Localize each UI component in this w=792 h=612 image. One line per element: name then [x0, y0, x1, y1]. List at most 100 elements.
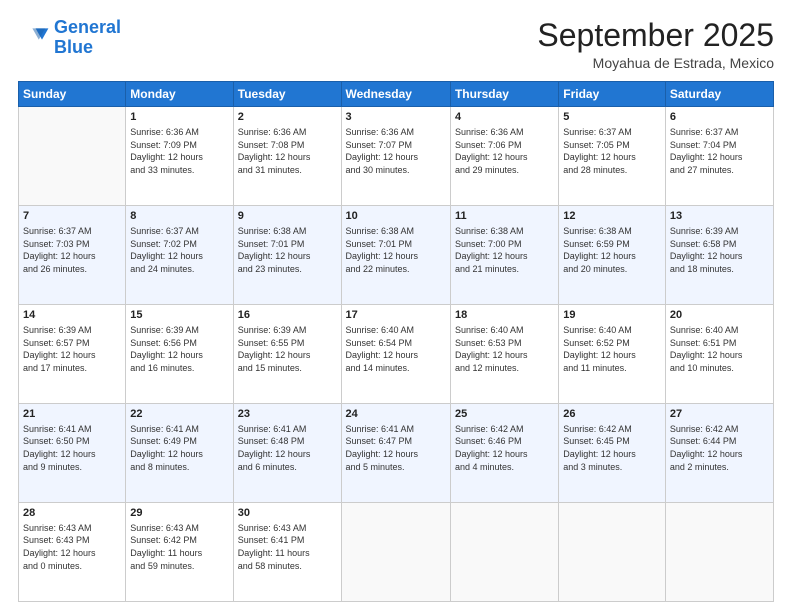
month-title: September 2025	[537, 18, 774, 53]
calendar-cell: 15Sunrise: 6:39 AM Sunset: 6:56 PM Dayli…	[126, 305, 233, 404]
calendar-cell: 6Sunrise: 6:37 AM Sunset: 7:04 PM Daylig…	[665, 107, 773, 206]
day-header-tuesday: Tuesday	[233, 82, 341, 107]
cell-info: Sunrise: 6:40 AM Sunset: 6:53 PM Dayligh…	[455, 324, 554, 374]
day-number: 12	[563, 209, 661, 224]
cell-info: Sunrise: 6:37 AM Sunset: 7:05 PM Dayligh…	[563, 126, 661, 176]
calendar-cell: 20Sunrise: 6:40 AM Sunset: 6:51 PM Dayli…	[665, 305, 773, 404]
day-number: 27	[670, 407, 769, 422]
calendar-cell: 14Sunrise: 6:39 AM Sunset: 6:57 PM Dayli…	[19, 305, 126, 404]
calendar-cell: 27Sunrise: 6:42 AM Sunset: 6:44 PM Dayli…	[665, 404, 773, 503]
day-number: 21	[23, 407, 121, 422]
calendar-cell: 2Sunrise: 6:36 AM Sunset: 7:08 PM Daylig…	[233, 107, 341, 206]
day-number: 16	[238, 308, 337, 323]
calendar-cell: 26Sunrise: 6:42 AM Sunset: 6:45 PM Dayli…	[559, 404, 666, 503]
day-number: 5	[563, 110, 661, 125]
calendar-cell	[450, 503, 558, 602]
day-number: 11	[455, 209, 554, 224]
calendar-cell	[19, 107, 126, 206]
logo-icon	[18, 22, 50, 54]
day-number: 1	[130, 110, 228, 125]
calendar-cell: 7Sunrise: 6:37 AM Sunset: 7:03 PM Daylig…	[19, 206, 126, 305]
calendar-cell: 13Sunrise: 6:39 AM Sunset: 6:58 PM Dayli…	[665, 206, 773, 305]
header: General Blue September 2025 Moyahua de E…	[18, 18, 774, 71]
cell-info: Sunrise: 6:38 AM Sunset: 7:01 PM Dayligh…	[346, 225, 446, 275]
day-number: 9	[238, 209, 337, 224]
cell-info: Sunrise: 6:39 AM Sunset: 6:55 PM Dayligh…	[238, 324, 337, 374]
cell-info: Sunrise: 6:36 AM Sunset: 7:09 PM Dayligh…	[130, 126, 228, 176]
day-header-thursday: Thursday	[450, 82, 558, 107]
cell-info: Sunrise: 6:42 AM Sunset: 6:46 PM Dayligh…	[455, 423, 554, 473]
cell-info: Sunrise: 6:43 AM Sunset: 6:43 PM Dayligh…	[23, 522, 121, 572]
calendar-cell: 21Sunrise: 6:41 AM Sunset: 6:50 PM Dayli…	[19, 404, 126, 503]
page: General Blue September 2025 Moyahua de E…	[0, 0, 792, 612]
day-number: 24	[346, 407, 446, 422]
cell-info: Sunrise: 6:38 AM Sunset: 6:59 PM Dayligh…	[563, 225, 661, 275]
calendar-cell: 28Sunrise: 6:43 AM Sunset: 6:43 PM Dayli…	[19, 503, 126, 602]
day-number: 2	[238, 110, 337, 125]
day-number: 10	[346, 209, 446, 224]
calendar-cell: 25Sunrise: 6:42 AM Sunset: 6:46 PM Dayli…	[450, 404, 558, 503]
day-number: 28	[23, 506, 121, 521]
location: Moyahua de Estrada, Mexico	[537, 55, 774, 71]
cell-info: Sunrise: 6:42 AM Sunset: 6:44 PM Dayligh…	[670, 423, 769, 473]
day-header-sunday: Sunday	[19, 82, 126, 107]
day-number: 23	[238, 407, 337, 422]
cell-info: Sunrise: 6:37 AM Sunset: 7:04 PM Dayligh…	[670, 126, 769, 176]
cell-info: Sunrise: 6:37 AM Sunset: 7:03 PM Dayligh…	[23, 225, 121, 275]
day-number: 29	[130, 506, 228, 521]
calendar-cell	[665, 503, 773, 602]
cell-info: Sunrise: 6:41 AM Sunset: 6:49 PM Dayligh…	[130, 423, 228, 473]
day-number: 8	[130, 209, 228, 224]
cell-info: Sunrise: 6:37 AM Sunset: 7:02 PM Dayligh…	[130, 225, 228, 275]
cell-info: Sunrise: 6:41 AM Sunset: 6:48 PM Dayligh…	[238, 423, 337, 473]
cell-info: Sunrise: 6:38 AM Sunset: 7:01 PM Dayligh…	[238, 225, 337, 275]
day-number: 19	[563, 308, 661, 323]
calendar-cell: 9Sunrise: 6:38 AM Sunset: 7:01 PM Daylig…	[233, 206, 341, 305]
calendar-cell: 17Sunrise: 6:40 AM Sunset: 6:54 PM Dayli…	[341, 305, 450, 404]
logo-text: General Blue	[54, 18, 121, 58]
cell-info: Sunrise: 6:39 AM Sunset: 6:56 PM Dayligh…	[130, 324, 228, 374]
logo-line2: Blue	[54, 37, 93, 57]
day-header-friday: Friday	[559, 82, 666, 107]
calendar-cell: 22Sunrise: 6:41 AM Sunset: 6:49 PM Dayli…	[126, 404, 233, 503]
cell-info: Sunrise: 6:43 AM Sunset: 6:41 PM Dayligh…	[238, 522, 337, 572]
day-number: 22	[130, 407, 228, 422]
calendar-cell: 1Sunrise: 6:36 AM Sunset: 7:09 PM Daylig…	[126, 107, 233, 206]
calendar-cell: 11Sunrise: 6:38 AM Sunset: 7:00 PM Dayli…	[450, 206, 558, 305]
cell-info: Sunrise: 6:43 AM Sunset: 6:42 PM Dayligh…	[130, 522, 228, 572]
day-number: 17	[346, 308, 446, 323]
day-number: 7	[23, 209, 121, 224]
cell-info: Sunrise: 6:41 AM Sunset: 6:50 PM Dayligh…	[23, 423, 121, 473]
calendar-cell: 5Sunrise: 6:37 AM Sunset: 7:05 PM Daylig…	[559, 107, 666, 206]
logo: General Blue	[18, 18, 121, 58]
calendar-cell: 19Sunrise: 6:40 AM Sunset: 6:52 PM Dayli…	[559, 305, 666, 404]
cell-info: Sunrise: 6:38 AM Sunset: 7:00 PM Dayligh…	[455, 225, 554, 275]
cell-info: Sunrise: 6:41 AM Sunset: 6:47 PM Dayligh…	[346, 423, 446, 473]
cell-info: Sunrise: 6:39 AM Sunset: 6:58 PM Dayligh…	[670, 225, 769, 275]
day-number: 4	[455, 110, 554, 125]
calendar-cell: 10Sunrise: 6:38 AM Sunset: 7:01 PM Dayli…	[341, 206, 450, 305]
day-number: 26	[563, 407, 661, 422]
calendar-cell	[341, 503, 450, 602]
day-number: 25	[455, 407, 554, 422]
day-number: 18	[455, 308, 554, 323]
cell-info: Sunrise: 6:36 AM Sunset: 7:06 PM Dayligh…	[455, 126, 554, 176]
day-header-wednesday: Wednesday	[341, 82, 450, 107]
day-number: 30	[238, 506, 337, 521]
cell-info: Sunrise: 6:36 AM Sunset: 7:07 PM Dayligh…	[346, 126, 446, 176]
day-number: 20	[670, 308, 769, 323]
calendar: SundayMondayTuesdayWednesdayThursdayFrid…	[18, 81, 774, 602]
day-number: 15	[130, 308, 228, 323]
calendar-cell: 29Sunrise: 6:43 AM Sunset: 6:42 PM Dayli…	[126, 503, 233, 602]
calendar-cell: 3Sunrise: 6:36 AM Sunset: 7:07 PM Daylig…	[341, 107, 450, 206]
calendar-cell: 8Sunrise: 6:37 AM Sunset: 7:02 PM Daylig…	[126, 206, 233, 305]
logo-line1: General	[54, 17, 121, 37]
day-number: 14	[23, 308, 121, 323]
cell-info: Sunrise: 6:40 AM Sunset: 6:54 PM Dayligh…	[346, 324, 446, 374]
cell-info: Sunrise: 6:40 AM Sunset: 6:52 PM Dayligh…	[563, 324, 661, 374]
calendar-cell: 18Sunrise: 6:40 AM Sunset: 6:53 PM Dayli…	[450, 305, 558, 404]
cell-info: Sunrise: 6:36 AM Sunset: 7:08 PM Dayligh…	[238, 126, 337, 176]
title-area: September 2025 Moyahua de Estrada, Mexic…	[537, 18, 774, 71]
day-number: 6	[670, 110, 769, 125]
day-number: 13	[670, 209, 769, 224]
